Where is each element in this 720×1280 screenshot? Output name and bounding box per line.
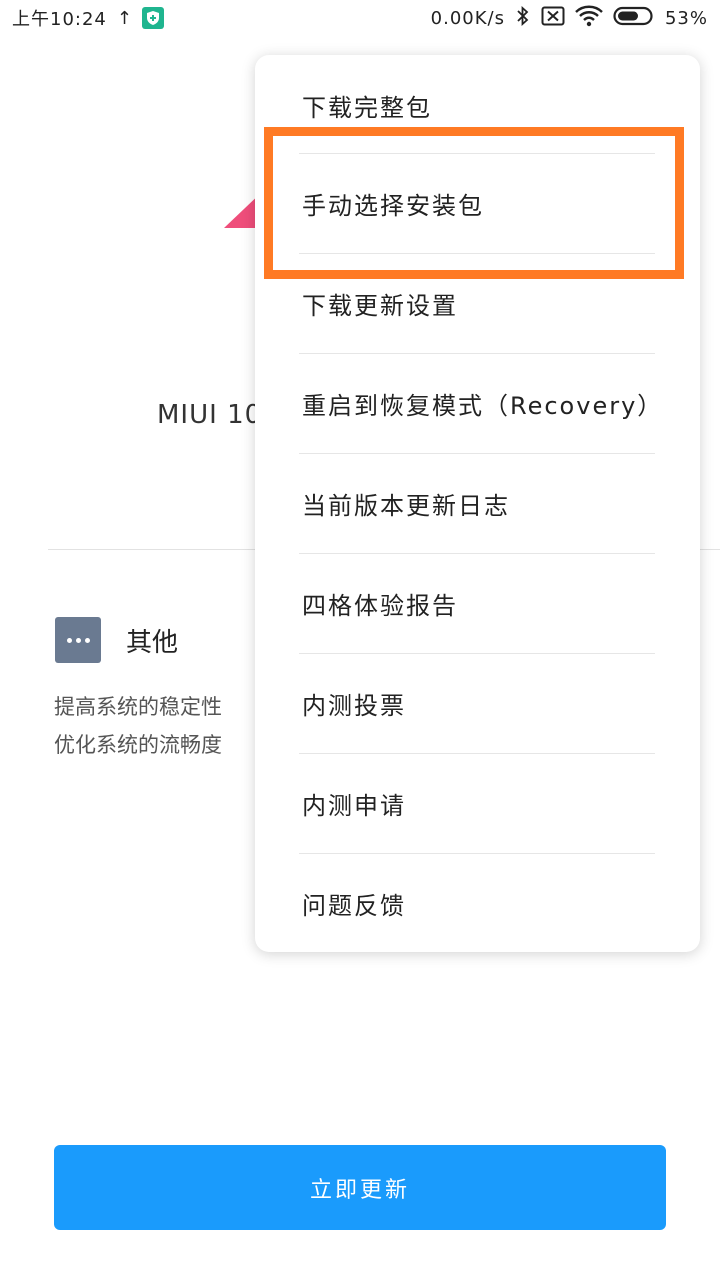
description-line: 提高系统的稳定性 (54, 695, 222, 719)
more-dots-icon (55, 617, 101, 663)
menu-item-beta-apply[interactable]: 内测申请 (255, 753, 700, 853)
other-section-description: 提高系统的稳定性 优化系统的流畅度 (54, 688, 269, 764)
highlight-frame (264, 127, 684, 279)
menu-item-beta-vote[interactable]: 内测投票 (255, 653, 700, 753)
menu-item-reboot-recovery[interactable]: 重启到恢复模式（Recovery） (255, 353, 700, 453)
menu-item-feedback[interactable]: 问题反馈 (255, 853, 700, 953)
description-line: 优化系统的流畅度 (54, 733, 222, 757)
update-now-button[interactable]: 立即更新 (54, 1145, 666, 1230)
version-label: MIUI 10 (157, 400, 263, 430)
menu-item-experience-report[interactable]: 四格体验报告 (255, 553, 700, 653)
other-section-title: 其他 (126, 628, 179, 658)
menu-item-changelog[interactable]: 当前版本更新日志 (255, 453, 700, 553)
